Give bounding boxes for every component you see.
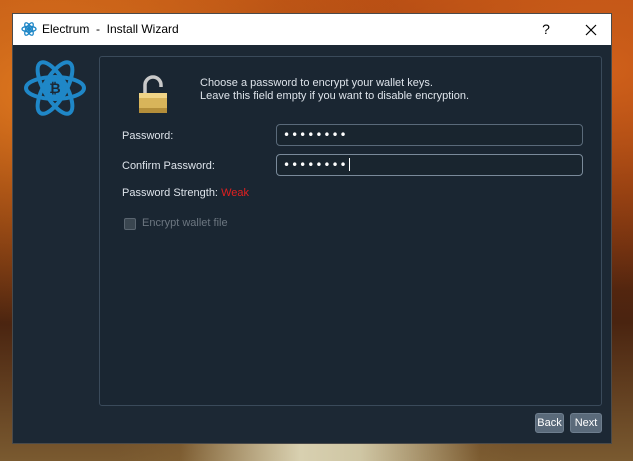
password-value: ••••••••	[283, 128, 348, 142]
intro-line-1: Choose a password to encrypt your wallet…	[200, 77, 433, 89]
install-wizard-window: Electrum - Install Wizard ? ₿ Choose a p…	[12, 13, 612, 444]
electrum-icon	[21, 22, 37, 36]
svg-text:₿: ₿	[49, 81, 60, 97]
title-bar: Electrum - Install Wizard ?	[13, 14, 611, 45]
confirm-password-field[interactable]: ••••••••	[276, 154, 583, 176]
close-icon	[585, 24, 597, 36]
password-field[interactable]: ••••••••	[276, 124, 583, 146]
intro-text: Choose a password to encrypt your wallet…	[200, 77, 469, 103]
encrypt-wallet-checkbox[interactable]	[124, 218, 136, 230]
confirm-password-value: ••••••••	[283, 158, 348, 172]
text-caret	[348, 158, 350, 171]
electrum-logo: ₿	[24, 60, 86, 116]
padlock-icon	[139, 75, 167, 113]
encrypt-wallet-label: Encrypt wallet file	[142, 217, 228, 229]
wizard-content-panel: Choose a password to encrypt your wallet…	[99, 56, 602, 406]
password-label: Password:	[122, 130, 174, 142]
password-strength-value: Weak	[221, 187, 249, 199]
next-button[interactable]: Next	[570, 413, 602, 433]
window-title: Electrum - Install Wizard	[42, 22, 179, 36]
back-button[interactable]: Back	[535, 413, 564, 433]
password-strength-label: Password Strength:	[122, 187, 218, 199]
help-button[interactable]: ?	[531, 14, 561, 45]
password-strength: Password Strength: Weak	[122, 187, 249, 199]
background-road	[180, 444, 480, 461]
close-button[interactable]	[569, 14, 613, 45]
confirm-password-label: Confirm Password:	[122, 160, 215, 172]
intro-line-2: Leave this field empty if you want to di…	[200, 90, 470, 102]
